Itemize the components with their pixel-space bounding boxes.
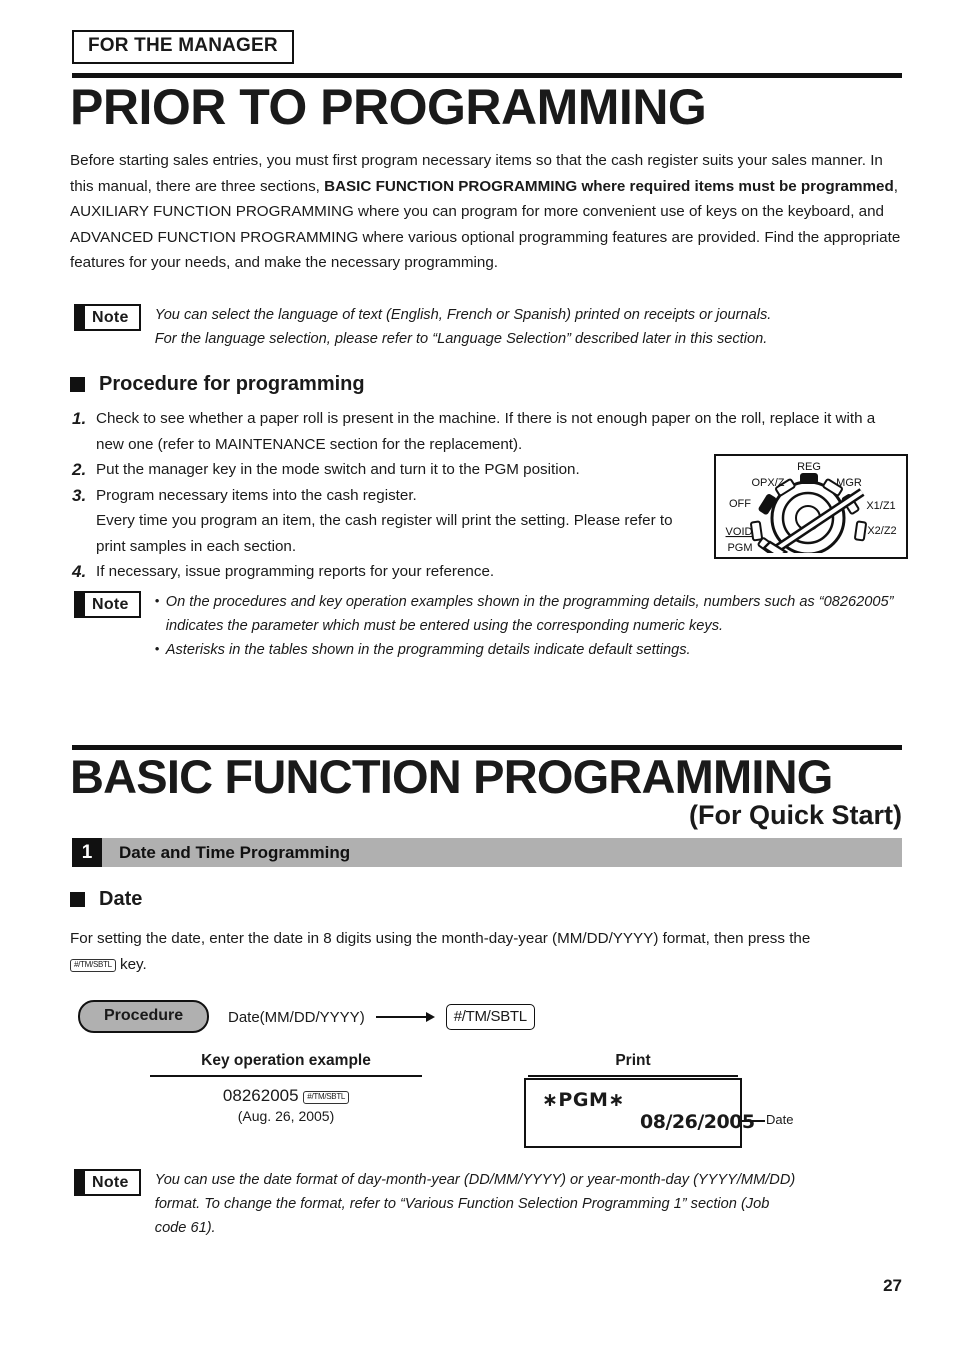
column-header-key-operation-example: Key operation example (150, 1052, 422, 1077)
page-number: 27 (883, 1276, 902, 1295)
step-text: Check to see whether a paper roll is pre… (96, 410, 876, 453)
mode-dial-svg: REG OPX/Z MGR OFF X1/Z1 VOID X2/Z2 PGM (726, 461, 897, 559)
subheading-date: Date (70, 888, 142, 911)
key-tm-sbtl-icon: #/TM/SBTL (70, 958, 116, 972)
subheading-procedure-for-programming: Procedure for programming (70, 373, 365, 396)
arrow-right-icon (375, 1012, 435, 1022)
svg-text:REG: REG (797, 461, 821, 473)
page-title: PRIOR TO PROGRAMMING (70, 79, 707, 135)
key-tm-sbtl-icon: #/TM/SBTL (303, 1091, 350, 1104)
procedure-pill-label: Procedure (104, 1007, 184, 1024)
intro-bold: BASIC FUNCTION PROGRAMMING where require… (324, 177, 894, 195)
svg-text:OFF: OFF (729, 498, 751, 510)
step-text: If necessary, issue programming reports … (96, 563, 495, 580)
square-bullet-icon (70, 892, 85, 907)
svg-text:PGM: PGM (727, 542, 752, 553)
example-number: 08262005 (222, 1086, 299, 1105)
key-operation-example-entry: 08262005 #/TM/SBTL (150, 1086, 422, 1106)
subsection-number: 1 (72, 838, 102, 867)
step-number: 3. (72, 485, 87, 505)
svg-text:MGR: MGR (836, 477, 862, 489)
note-badge-bar (76, 593, 85, 616)
step-text: Every time you program an item, the cash… (96, 512, 673, 555)
manager-chip-text: FOR THE MANAGER (88, 35, 278, 56)
note-text: On the procedures and key operation exam… (155, 589, 895, 662)
step-item: 4. If necessary, issue programming repor… (72, 559, 907, 585)
note-badge: Note (74, 591, 141, 618)
note-badge-label: Note (92, 308, 129, 326)
print-sample-pgm-label: ∗PGM∗ (542, 1089, 625, 1111)
callout-label-date: Date (766, 1112, 794, 1127)
step-number: 1. (72, 409, 87, 428)
section-subtitle: (For Quick Start) (688, 800, 902, 830)
date-instructions-before: For setting the date, enter the date in … (70, 930, 811, 947)
print-sample-date-value: 08/26/2005 (640, 1111, 755, 1133)
step-text: Program necessary items into the cash re… (96, 486, 417, 504)
procedure-flow: Date(MM/DD/YYYY) #/TM/SBTL (228, 1004, 535, 1030)
note-text: You can use the date format of day-month… (155, 1168, 915, 1240)
note1-line2: For the language selection, please refer… (154, 331, 768, 347)
date-instructions-after: key. (120, 955, 147, 973)
arrow-tip (425, 1012, 435, 1022)
subsection-bar-date-and-time: 1 Date and Time Programming (72, 838, 902, 867)
svg-text:VOID: VOID (726, 526, 753, 538)
svg-text:OPX/Z: OPX/Z (751, 477, 784, 489)
note-block-date-format: Note You can use the date format of day-… (74, 1168, 924, 1240)
note2-bullet: Asterisks in the tables shown in the pro… (155, 637, 895, 662)
date-instructions: For setting the date, enter the date in … (70, 926, 905, 977)
svg-text:X1/Z1: X1/Z1 (866, 500, 895, 512)
note2-bullet-list: On the procedures and key operation exam… (155, 589, 895, 662)
section-label-chip: FOR THE MANAGER (72, 30, 294, 64)
key-operation-example-caption: (Aug. 26, 2005) (237, 1108, 335, 1124)
note-badge-label: Note (92, 1173, 129, 1191)
note-text: You can select the language of text (Eng… (155, 303, 772, 351)
arrow-shaft (375, 1016, 426, 1018)
procedure-flow-input-label: Date(MM/DD/YYYY) (228, 1008, 365, 1026)
note3-line2: format. To change the format, refer to “… (154, 1196, 770, 1212)
note-badge-bar (76, 306, 85, 329)
square-bullet-icon (70, 377, 85, 392)
note1-line1: You can select the language of text (Eng… (154, 307, 772, 323)
note-block-language: Note You can select the language of text… (74, 303, 904, 351)
document-page: FOR THE MANAGER PRIOR TO PROGRAMMING Bef… (0, 0, 954, 1349)
note-badge-bar (76, 1171, 85, 1194)
subheading-label: Date (99, 888, 143, 910)
step-number: 4. (72, 562, 87, 581)
subheading-label: Procedure for programming (99, 373, 365, 395)
step-text: Put the manager key in the mode switch a… (96, 461, 580, 478)
note-badge: Note (74, 304, 141, 331)
note-block-parameters: Note On the procedures and key operation… (74, 589, 914, 662)
note3-line1: You can use the date format of day-month… (154, 1172, 796, 1188)
mode-switch-diagram: REG OPX/Z MGR OFF X1/Z1 VOID X2/Z2 PGM (714, 454, 908, 559)
key-tm-sbtl-large-icon: #/TM/SBTL (445, 1004, 535, 1030)
callout-leader-line (739, 1120, 765, 1122)
note-badge-label: Note (92, 595, 129, 613)
svg-text:X2/Z2: X2/Z2 (867, 525, 896, 537)
subsection-label: Date and Time Programming (102, 838, 902, 867)
note3-line3: code 61). (154, 1220, 216, 1236)
title-rule-top (72, 73, 902, 78)
note-badge: Note (74, 1169, 141, 1196)
procedure-pill: Procedure (78, 1000, 210, 1033)
step-number: 2. (72, 460, 87, 479)
section-title: BASIC FUNCTION PROGRAMMING (70, 750, 833, 803)
note2-bullet: On the procedures and key operation exam… (155, 589, 895, 638)
intro-paragraph: Before starting sales entries, you must … (70, 148, 905, 276)
column-header-print: Print (528, 1052, 738, 1077)
step-item: 1. Check to see whether a paper roll is … (72, 406, 907, 457)
